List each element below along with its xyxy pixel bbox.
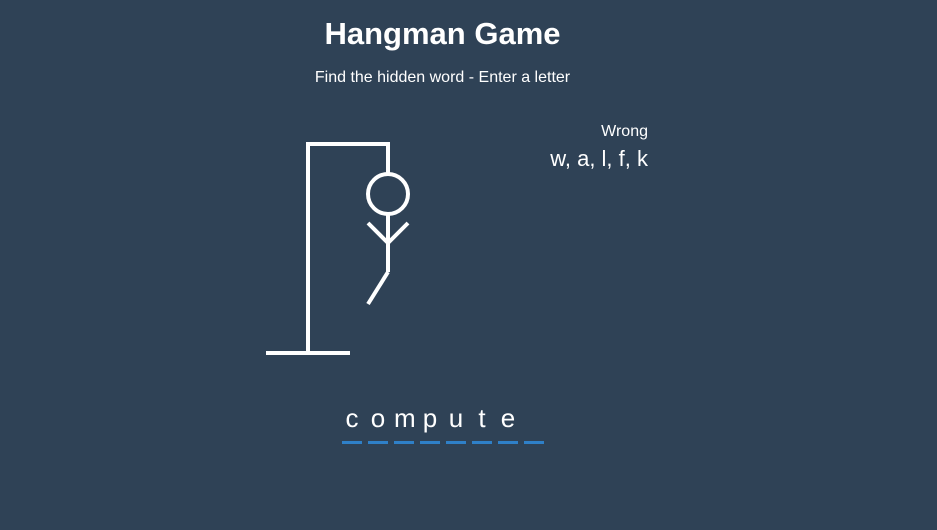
figure-left-leg: [366, 270, 390, 306]
figure-right-arm: [386, 221, 410, 245]
letter-dash: [394, 441, 414, 444]
letter-dash: [420, 441, 440, 444]
letter: o: [370, 403, 386, 433]
letter-slot: c: [342, 400, 362, 444]
figure-head: [366, 172, 410, 216]
letter-dash: [498, 441, 518, 444]
letter-slot: p: [420, 400, 440, 444]
letter-dash: [368, 441, 388, 444]
letter-slot: t: [472, 400, 492, 444]
hidden-word: c o m p u t e: [342, 400, 550, 444]
hangman-figure: [266, 142, 410, 355]
wrong-letters-list: w, a, l, f, k: [550, 146, 648, 171]
letter: e: [500, 403, 516, 433]
letter: t: [478, 403, 486, 433]
letter-slot: e: [498, 400, 518, 444]
figure-left-arm: [366, 221, 390, 245]
letter-slot: u: [446, 400, 466, 444]
letter-dash: [472, 441, 492, 444]
letter: p: [422, 403, 438, 433]
hangman-game: Hangman Game Find the hidden word - Ente…: [0, 0, 937, 530]
letter-slot: m: [394, 400, 416, 444]
wrong-label: Wrong: [601, 123, 648, 140]
letter: u: [448, 403, 464, 433]
letter-slot: [524, 400, 544, 444]
letter-dash: [524, 441, 544, 444]
letter: m: [394, 403, 416, 433]
letter-dash: [342, 441, 362, 444]
letter-slot: o: [368, 400, 388, 444]
letter: c: [345, 403, 359, 433]
wrong-letters-panel: Wrong w, a, l, f, k: [500, 122, 648, 172]
letter-dash: [446, 441, 466, 444]
